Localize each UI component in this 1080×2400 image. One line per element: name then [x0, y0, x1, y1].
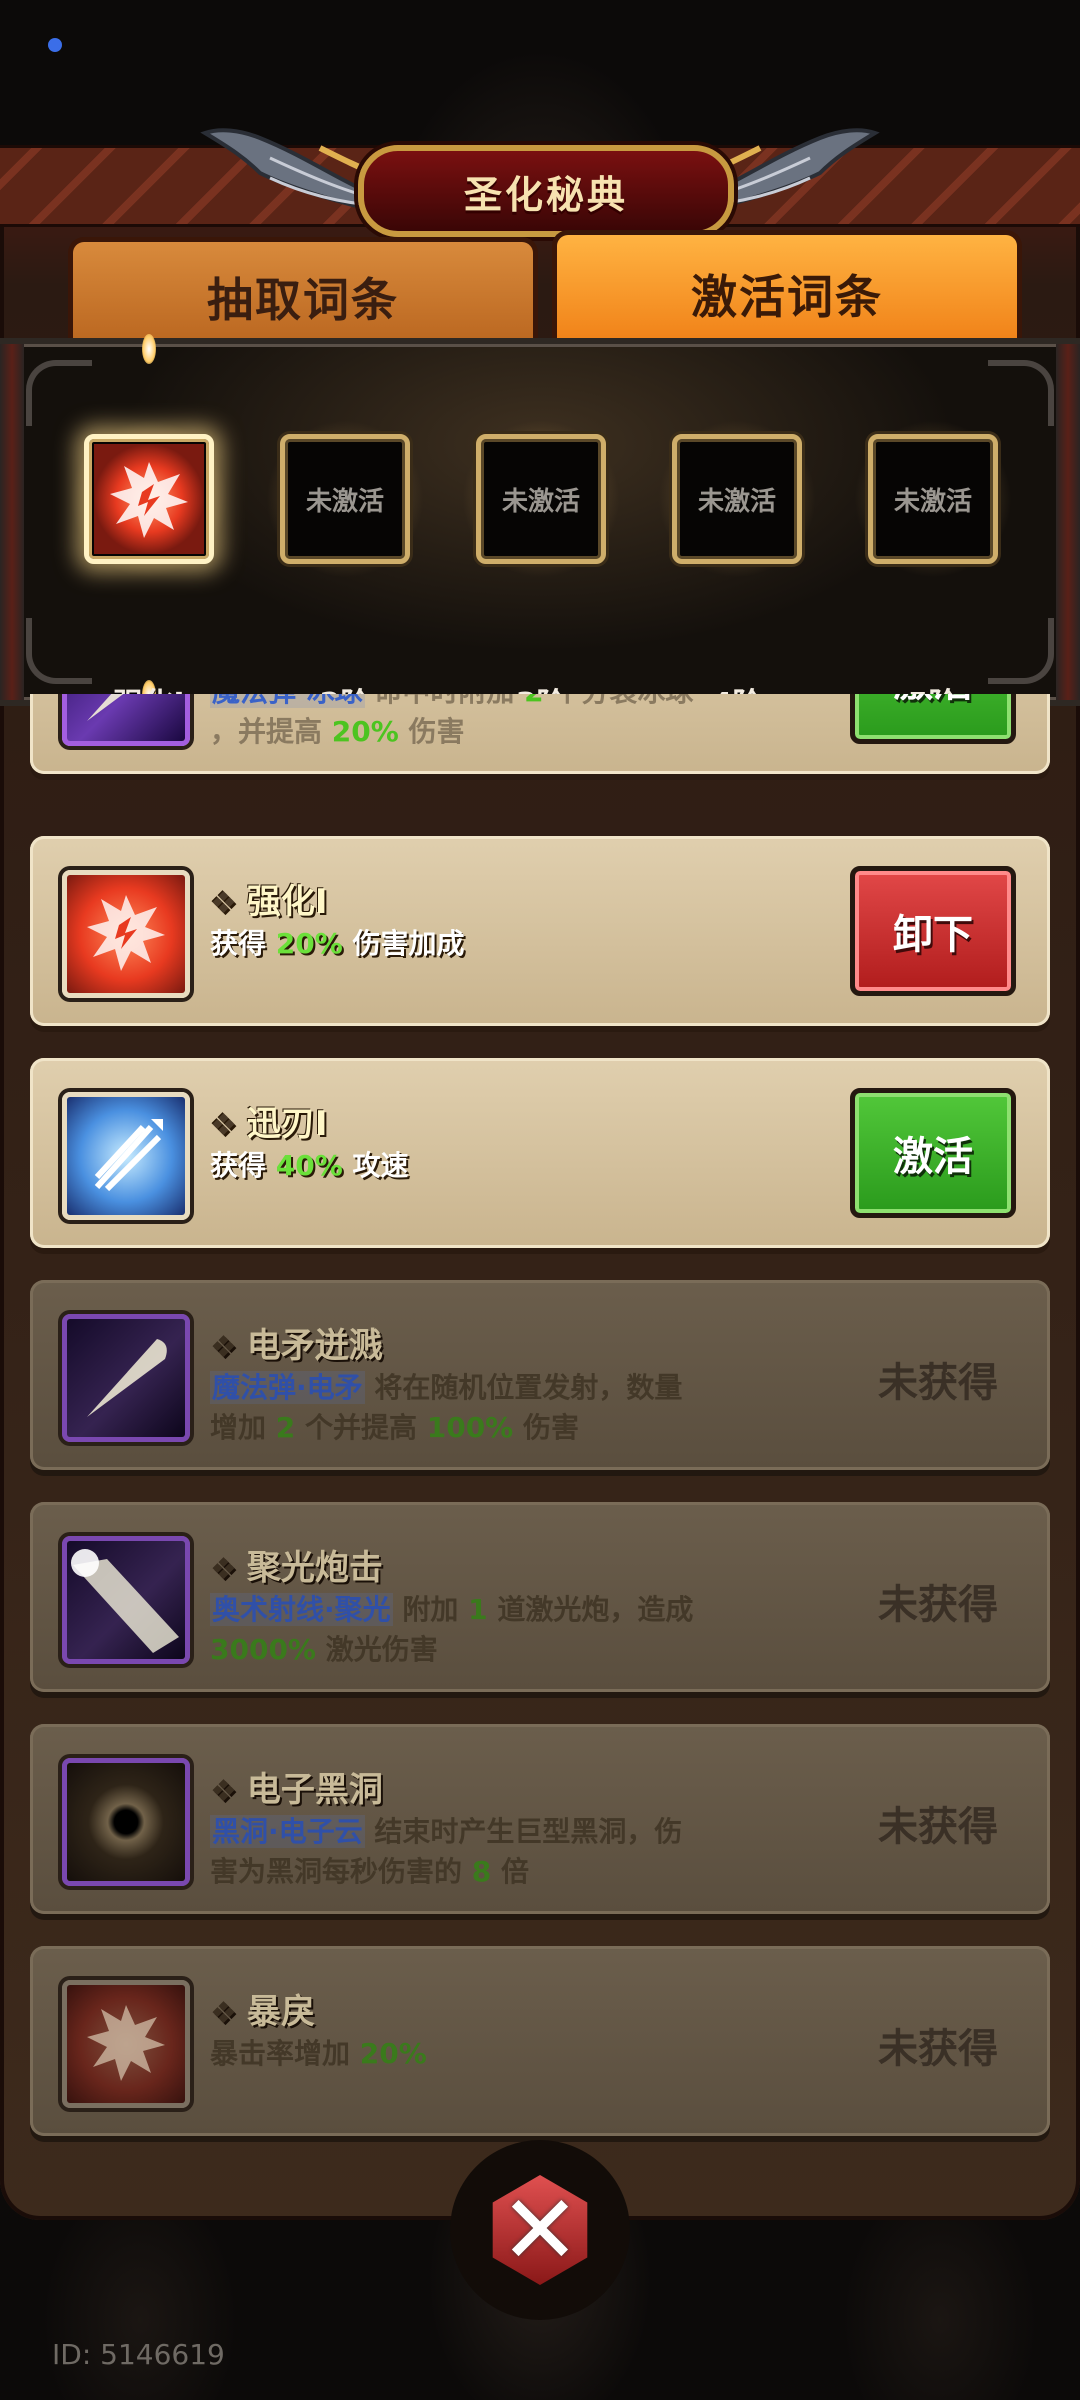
title-plate: 圣化秘典: [358, 145, 734, 237]
entry-card: ❖ 迅刃Ⅰ 获得 40% 攻速 激活: [30, 1058, 1050, 1248]
tab-label: 激活词条: [691, 269, 883, 324]
entry-card: ❖ 电子黑洞 黑洞·电子云 结束时产生巨型黑洞，伤 害为黑洞每秒伤害的 8 倍 未获…: [30, 1724, 1050, 1914]
tab-label: 抽取词条: [207, 273, 399, 327]
blade-icon: [62, 1092, 190, 1220]
tier-status: 未激活: [501, 486, 580, 517]
close-button[interactable]: ✕: [450, 2140, 630, 2320]
entry-list[interactable]: 魔法弹·冰球 命中时附加 2 个分裂冰球，并提高 20% 伤害 激活 ❖强化Ⅰ …: [30, 694, 1050, 2144]
entry-card: ❖ 电矛迸溅 魔法弹·电矛 将在随机位置发射，数量 增加 2 个并提高 100% 伤…: [30, 1280, 1050, 1470]
spark-icon: [142, 334, 156, 364]
entry-card: ❖ 聚光炮击 奥术射线·聚光 附加 1 道激光炮，造成 3000% 激光伤害 未获得: [30, 1502, 1050, 1692]
entry-description: 魔法弹·电矛 将在随机位置发射，数量 增加 2 个并提高 100% 伤害: [210, 1371, 683, 1444]
activate-button[interactable]: 激活: [850, 1088, 1016, 1218]
rage-icon: [94, 444, 204, 554]
entry-card: ❖ 强化Ⅰ 获得 20% 伤害加成 卸下: [30, 836, 1050, 1026]
not-obtained-label: 未获得: [878, 1360, 998, 1406]
tier-slot-3[interactable]: 未激活 3阶: [462, 420, 620, 722]
entry-description: 获得 40% 攻速: [210, 1149, 409, 1182]
entry-description: 获得 20% 伤害加成: [210, 927, 465, 960]
tier-slot-4[interactable]: 未激活 4阶: [658, 420, 816, 722]
light-beam-icon: [62, 1536, 190, 1664]
entry-description: 奥术射线·聚光 附加 1 道激光炮，造成 3000% 激光伤害: [210, 1593, 694, 1666]
tier-slot-2[interactable]: 未激活 2阶: [266, 420, 424, 722]
not-obtained-label: 未获得: [878, 2026, 998, 2072]
corner-ornament: [26, 618, 92, 684]
entry-description: 黑洞·电子云 结束时产生巨型黑洞，伤 害为黑洞每秒伤害的 8 倍: [210, 1815, 683, 1888]
rage-icon: [62, 1980, 190, 2108]
entry-title: ❖ 聚光炮击: [210, 1548, 383, 1588]
user-id: ID: 5146619: [52, 2338, 225, 2371]
entry-title: ❖ 强化Ⅰ: [210, 882, 328, 922]
activate-button[interactable]: 激活: [850, 694, 1016, 744]
entry-description: 暴击率增加 20%: [210, 2037, 427, 2070]
frame-right: [1056, 344, 1080, 700]
tier-slot-5[interactable]: 未激活 5阶: [854, 420, 1012, 722]
corner-ornament: [988, 360, 1054, 426]
tab-draw-entries[interactable]: 抽取词条: [68, 237, 538, 352]
entry-title: ❖ 迅刃Ⅰ: [210, 1104, 328, 1144]
corner-ornament: [26, 360, 92, 426]
black-hole-icon: [62, 1758, 190, 1886]
not-obtained-label: 未获得: [878, 1582, 998, 1628]
entry-title: ❖ 电矛迸溅: [210, 1326, 383, 1366]
tier-bar: 强化Ⅰ 未激活 2阶 未激活 3阶 未激活 4阶 未激活 5阶: [0, 334, 1080, 722]
unequip-button[interactable]: 卸下: [850, 866, 1016, 996]
entry-description: 魔法弹·冰球 命中时附加 2 个分裂冰球，并提高 20% 伤害: [210, 694, 810, 752]
tier-status: 未激活: [305, 486, 384, 517]
close-icon: ✕: [492, 2175, 588, 2285]
corner-ornament: [988, 618, 1054, 684]
rage-icon: [62, 870, 190, 998]
tier-status: 未激活: [893, 486, 972, 517]
entry-card: ❖ 暴戾 暴击率增加 20% 未获得: [30, 1946, 1050, 2136]
entry-title: ❖ 电子黑洞: [210, 1770, 383, 1810]
entry-title: ❖ 暴戾: [210, 1992, 315, 2032]
tab-activate-entries[interactable]: 激活词条: [552, 230, 1022, 352]
status-dot: [48, 38, 62, 52]
tier-status: 未激活: [697, 486, 776, 517]
page-title: 圣化秘典: [463, 172, 628, 217]
magic-bullet-icon: [62, 694, 190, 746]
not-obtained-label: 未获得: [878, 1804, 998, 1850]
tier-slot-1[interactable]: 强化Ⅰ: [70, 420, 228, 722]
frame-left: [0, 344, 24, 700]
magic-bullet-icon: [62, 1314, 190, 1442]
entry-card: 魔法弹·冰球 命中时附加 2 个分裂冰球，并提高 20% 伤害 激活: [30, 694, 1050, 774]
